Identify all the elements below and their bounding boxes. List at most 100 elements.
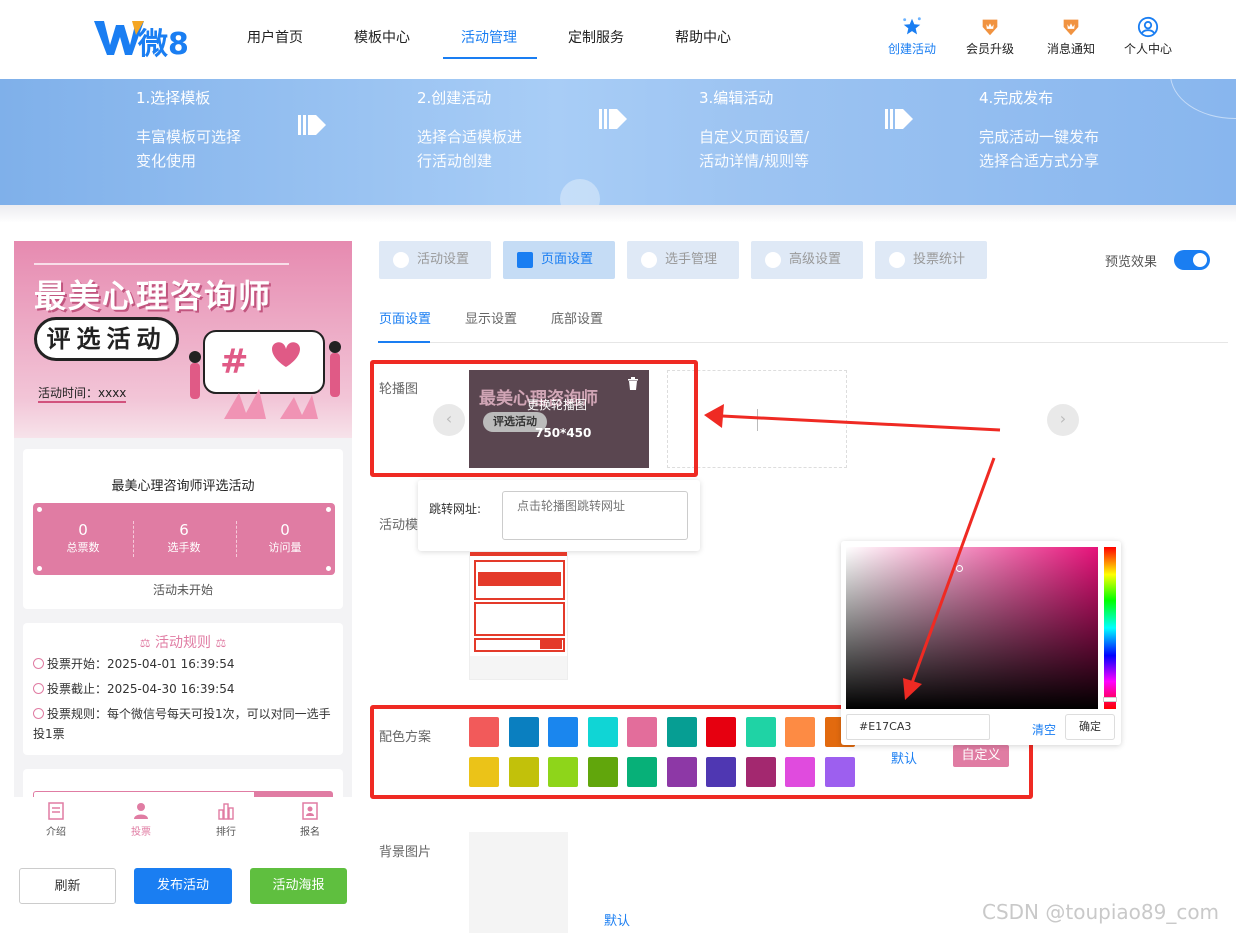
rule-label: 投票规则：	[47, 707, 108, 721]
publish-activity-button[interactable]: 发布活动	[134, 868, 232, 904]
step-desc-2: 变化使用	[136, 152, 197, 170]
arrow-right-icon	[298, 115, 326, 135]
hue-slider[interactable]	[1103, 547, 1117, 709]
nav-help-center[interactable]: 帮助中心	[675, 27, 731, 47]
step-desc-1: 丰富模板可选择	[136, 128, 242, 146]
step-title: 2.创建活动	[417, 89, 492, 107]
banner-shadow	[0, 205, 1236, 223]
annotation-highlight-carousel	[370, 360, 698, 477]
activity-status: 活动未开始	[152, 583, 213, 597]
nav-home[interactable]: 用户首页	[247, 27, 303, 47]
tab-page-settings[interactable]: 页面设置	[503, 241, 615, 279]
tab-label: 投票统计	[913, 252, 966, 267]
activity-poster-button[interactable]: 活动海报	[250, 868, 347, 904]
stat-contestants: 6 选手数	[134, 521, 234, 555]
chart-icon	[889, 252, 905, 268]
user-icon	[641, 252, 657, 268]
rule-vote: 投票规则：每个微信号每天可投1次，可以对同一选手投1票	[33, 704, 333, 744]
background-default-button[interactable]: 默认	[604, 910, 630, 929]
clear-color-button[interactable]: 清空	[1032, 721, 1056, 738]
nav-custom-service[interactable]: 定制服务	[568, 27, 624, 47]
nav-active-underline	[443, 57, 537, 59]
tab-signup[interactable]: 报名	[280, 802, 340, 838]
refresh-button[interactable]: 刷新	[19, 868, 116, 904]
hue-handle[interactable]	[1103, 697, 1117, 702]
heart-icon	[393, 252, 409, 268]
tab-rank[interactable]: 排行	[196, 802, 256, 838]
subtab-active-underline	[378, 341, 430, 343]
rule-start: 投票开始：2025-04-01 16:39:54	[33, 654, 234, 674]
rank-icon	[218, 803, 234, 820]
link-url-input[interactable]	[502, 491, 688, 540]
signup-icon	[302, 802, 318, 820]
stat-value: 0	[280, 521, 290, 539]
tab-activity-settings[interactable]: 活动设置	[379, 241, 491, 279]
saturation-value-panel[interactable]	[846, 547, 1098, 709]
arrow-right-icon	[599, 109, 627, 129]
subtab-display-settings[interactable]: 显示设置	[465, 308, 517, 327]
site-logo[interactable]: 微8	[92, 15, 192, 62]
color-picker: #E17CA3 清空 确定	[841, 541, 1121, 745]
preview-toggle[interactable]	[1174, 250, 1210, 270]
rule-value: 2025-04-01 16:39:54	[107, 657, 235, 671]
watermark: CSDN @toupiao89_com	[982, 900, 1220, 924]
link-label: 跳转网址:	[429, 502, 482, 516]
clock-icon	[33, 683, 44, 694]
tab-advanced-settings[interactable]: 高级设置	[751, 241, 863, 279]
tab-label: 活动设置	[417, 252, 470, 267]
sliders-icon	[765, 252, 781, 268]
tab-contestant-management[interactable]: 选手管理	[627, 241, 739, 279]
rules-card: ⚖ 活动规则 ⚖ 投票开始：2025-04-01 16:39:54 投票截止：2…	[23, 623, 343, 755]
tab-label: 投票	[131, 827, 151, 838]
link-popover: 跳转网址:	[418, 480, 700, 551]
stats-box: 0 总票数 6 选手数 0 访问量	[33, 503, 335, 575]
hex-input[interactable]: #E17CA3	[846, 714, 990, 740]
background-label: 背景图片	[379, 845, 432, 860]
step-4: 4.完成发布 完成活动一键发布 选择合适方式分享	[979, 87, 1099, 173]
personal-center-button[interactable]: 个人中心	[1113, 16, 1183, 57]
step-desc-2: 行活动创建	[417, 152, 493, 170]
user-icon	[134, 803, 148, 819]
rule-label: 投票截止：	[47, 682, 108, 696]
tab-intro[interactable]: 介绍	[26, 802, 86, 838]
step-title: 4.完成发布	[979, 89, 1054, 107]
crown-badge-icon	[1063, 19, 1079, 36]
steps-banner: 1.选择模板 丰富模板可选择 变化使用 2.创建活动 选择合适模板进 行活动创建…	[0, 79, 1236, 205]
confirm-color-button[interactable]: 确定	[1065, 714, 1115, 740]
step-desc-2: 活动详情/规则等	[699, 152, 810, 170]
step-desc-2: 选择合适方式分享	[979, 152, 1100, 170]
create-activity-label: 创建活动	[887, 42, 936, 56]
info-icon	[33, 708, 44, 719]
nav-templates[interactable]: 模板中心	[354, 27, 410, 47]
color-cursor[interactable]	[956, 565, 963, 572]
stat-visits: 0 访问量	[235, 521, 335, 555]
intro-icon	[48, 802, 64, 820]
step-title: 3.编辑活动	[699, 89, 774, 107]
subtab-page-settings[interactable]: 页面设置	[379, 308, 431, 327]
tab-vote[interactable]: 投票	[111, 802, 171, 838]
clock-icon	[33, 658, 44, 669]
poster-time: 活动时间：xxxx	[38, 384, 127, 403]
create-activity-button[interactable]: 创建活动	[877, 16, 947, 57]
stats-card: 最美心理咨询师评选活动 0 总票数 6 选手数 0 访问量 活动未开始	[23, 449, 343, 609]
tab-label: 选手管理	[665, 252, 718, 267]
subtab-bottom-settings[interactable]: 底部设置	[551, 308, 603, 327]
vote-card	[23, 769, 343, 797]
personal-center-label: 个人中心	[1123, 42, 1172, 56]
tab-label: 高级设置	[789, 252, 842, 267]
member-upgrade-button[interactable]: 会员升级	[955, 16, 1025, 57]
background-image-slot[interactable]	[469, 832, 568, 933]
stat-label: 总票数	[66, 541, 100, 554]
template-thumbnail[interactable]	[469, 551, 568, 680]
user-circle-icon	[1137, 16, 1159, 38]
tab-vote-statistics[interactable]: 投票统计	[875, 241, 987, 279]
carousel-next-button[interactable]: ›	[1047, 404, 1079, 436]
notifications-button[interactable]: 消息通知	[1036, 16, 1106, 57]
preview-bottom-tabs: 介绍 投票 排行 报名	[14, 797, 352, 845]
gavel-icon: ⚖	[139, 636, 151, 650]
step-desc-1: 选择合适模板进	[417, 128, 523, 146]
nav-activity-management[interactable]: 活动管理	[461, 27, 517, 47]
step-1: 1.选择模板 丰富模板可选择 变化使用	[136, 87, 241, 173]
rule-value: 2025-04-30 16:39:54	[107, 682, 235, 696]
tab-label: 排行	[216, 827, 236, 838]
